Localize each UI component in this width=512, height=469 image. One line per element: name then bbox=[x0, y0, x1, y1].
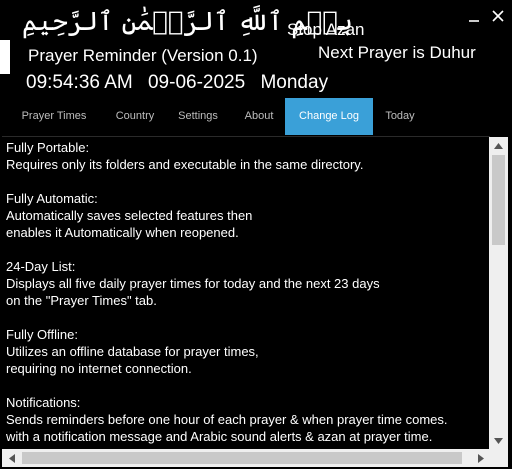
triangle-right-icon bbox=[477, 453, 484, 463]
log-line: Fully Portable: bbox=[6, 140, 90, 155]
log-line: with a notification message and Arabic s… bbox=[6, 429, 433, 444]
next-prayer-label: Next Prayer is Duhur bbox=[318, 43, 476, 62]
log-line: Utilizes an offline database for prayer … bbox=[6, 344, 259, 359]
log-line: on the "Prayer Times" tab. bbox=[6, 293, 157, 308]
tab-country[interactable]: Country bbox=[104, 98, 166, 134]
app-title: Prayer Reminder (Version 0.1) bbox=[28, 46, 258, 65]
log-line: enables it Automatically when reopened. bbox=[6, 225, 239, 240]
log-line: Requires only its folders and executable… bbox=[6, 157, 364, 172]
minimize-button[interactable] bbox=[464, 6, 484, 26]
close-icon bbox=[492, 10, 504, 22]
tab-bar: Prayer Times Country Settings About Chan… bbox=[0, 98, 512, 136]
log-line: requiring no internet connection. bbox=[6, 361, 192, 376]
close-button[interactable] bbox=[488, 6, 508, 26]
log-line: Automatically saves selected features th… bbox=[6, 208, 253, 223]
vertical-scrollbar[interactable] bbox=[489, 137, 508, 449]
log-line: Displays all five daily prayer times for… bbox=[6, 276, 380, 291]
triangle-down-icon bbox=[494, 437, 503, 444]
triangle-left-icon bbox=[8, 453, 15, 463]
change-log-textbox[interactable]: Fully Portable: Requires only its folder… bbox=[2, 136, 490, 449]
scroll-left-button[interactable] bbox=[2, 449, 21, 467]
accent-bar bbox=[0, 40, 10, 74]
change-log-lines: Fully Portable: Requires only its folder… bbox=[2, 137, 490, 445]
current-time: 09:54:36 AM bbox=[26, 72, 133, 93]
horizontal-scroll-thumb[interactable] bbox=[22, 452, 462, 464]
log-line: 24-Day List: bbox=[6, 259, 76, 274]
tab-today[interactable]: Today bbox=[376, 98, 424, 134]
tab-change-log[interactable]: Change Log bbox=[285, 98, 373, 135]
minimize-icon bbox=[469, 20, 479, 22]
triangle-up-icon bbox=[494, 142, 503, 149]
tab-settings[interactable]: Settings bbox=[169, 98, 227, 134]
log-line: Fully Automatic: bbox=[6, 191, 98, 206]
log-line: Notifications: bbox=[6, 395, 81, 410]
clock-row: 09:54:36 AM 09-06-2025 Monday bbox=[26, 72, 338, 94]
scroll-right-button[interactable] bbox=[471, 449, 490, 467]
current-date: 09-06-2025 bbox=[147, 72, 246, 93]
scroll-down-button[interactable] bbox=[489, 432, 508, 449]
log-line: Fully Offline: bbox=[6, 327, 79, 342]
stop-azan-button[interactable]: Stop Azan bbox=[287, 20, 365, 40]
horizontal-scrollbar[interactable] bbox=[2, 449, 508, 467]
tab-about[interactable]: About bbox=[233, 98, 285, 134]
log-line: Sends reminders before one hour of each … bbox=[6, 412, 448, 427]
tab-prayer-times[interactable]: Prayer Times bbox=[10, 98, 98, 134]
vertical-scroll-thumb[interactable] bbox=[492, 155, 505, 245]
current-weekday: Monday bbox=[260, 72, 329, 93]
app-header: بِسۡمِ ٱللَّهِ ٱلرَّحۡمَٰنِ ٱلرَّحِيمِ P… bbox=[0, 0, 512, 98]
scroll-up-button[interactable] bbox=[489, 137, 508, 154]
